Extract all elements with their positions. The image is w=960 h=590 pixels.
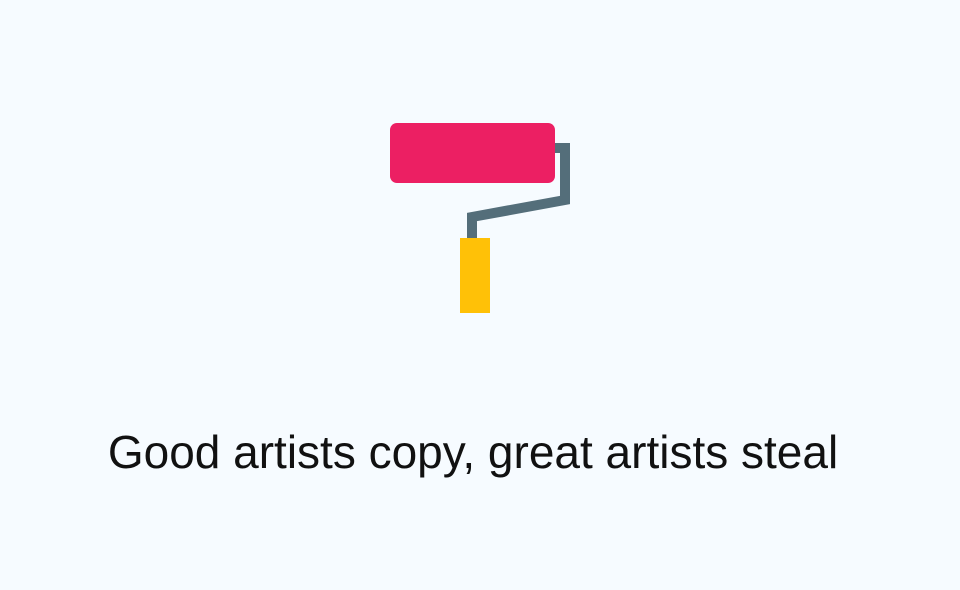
paint-roller-icon <box>390 123 570 313</box>
quote-text: Good artists copy, great artists steal <box>107 426 839 478</box>
roller-grip <box>460 238 490 313</box>
roller-cylinder <box>390 123 555 183</box>
paint-roller-illustration <box>384 118 580 320</box>
page-canvas: Good artists copy, great artists steal <box>0 0 960 590</box>
